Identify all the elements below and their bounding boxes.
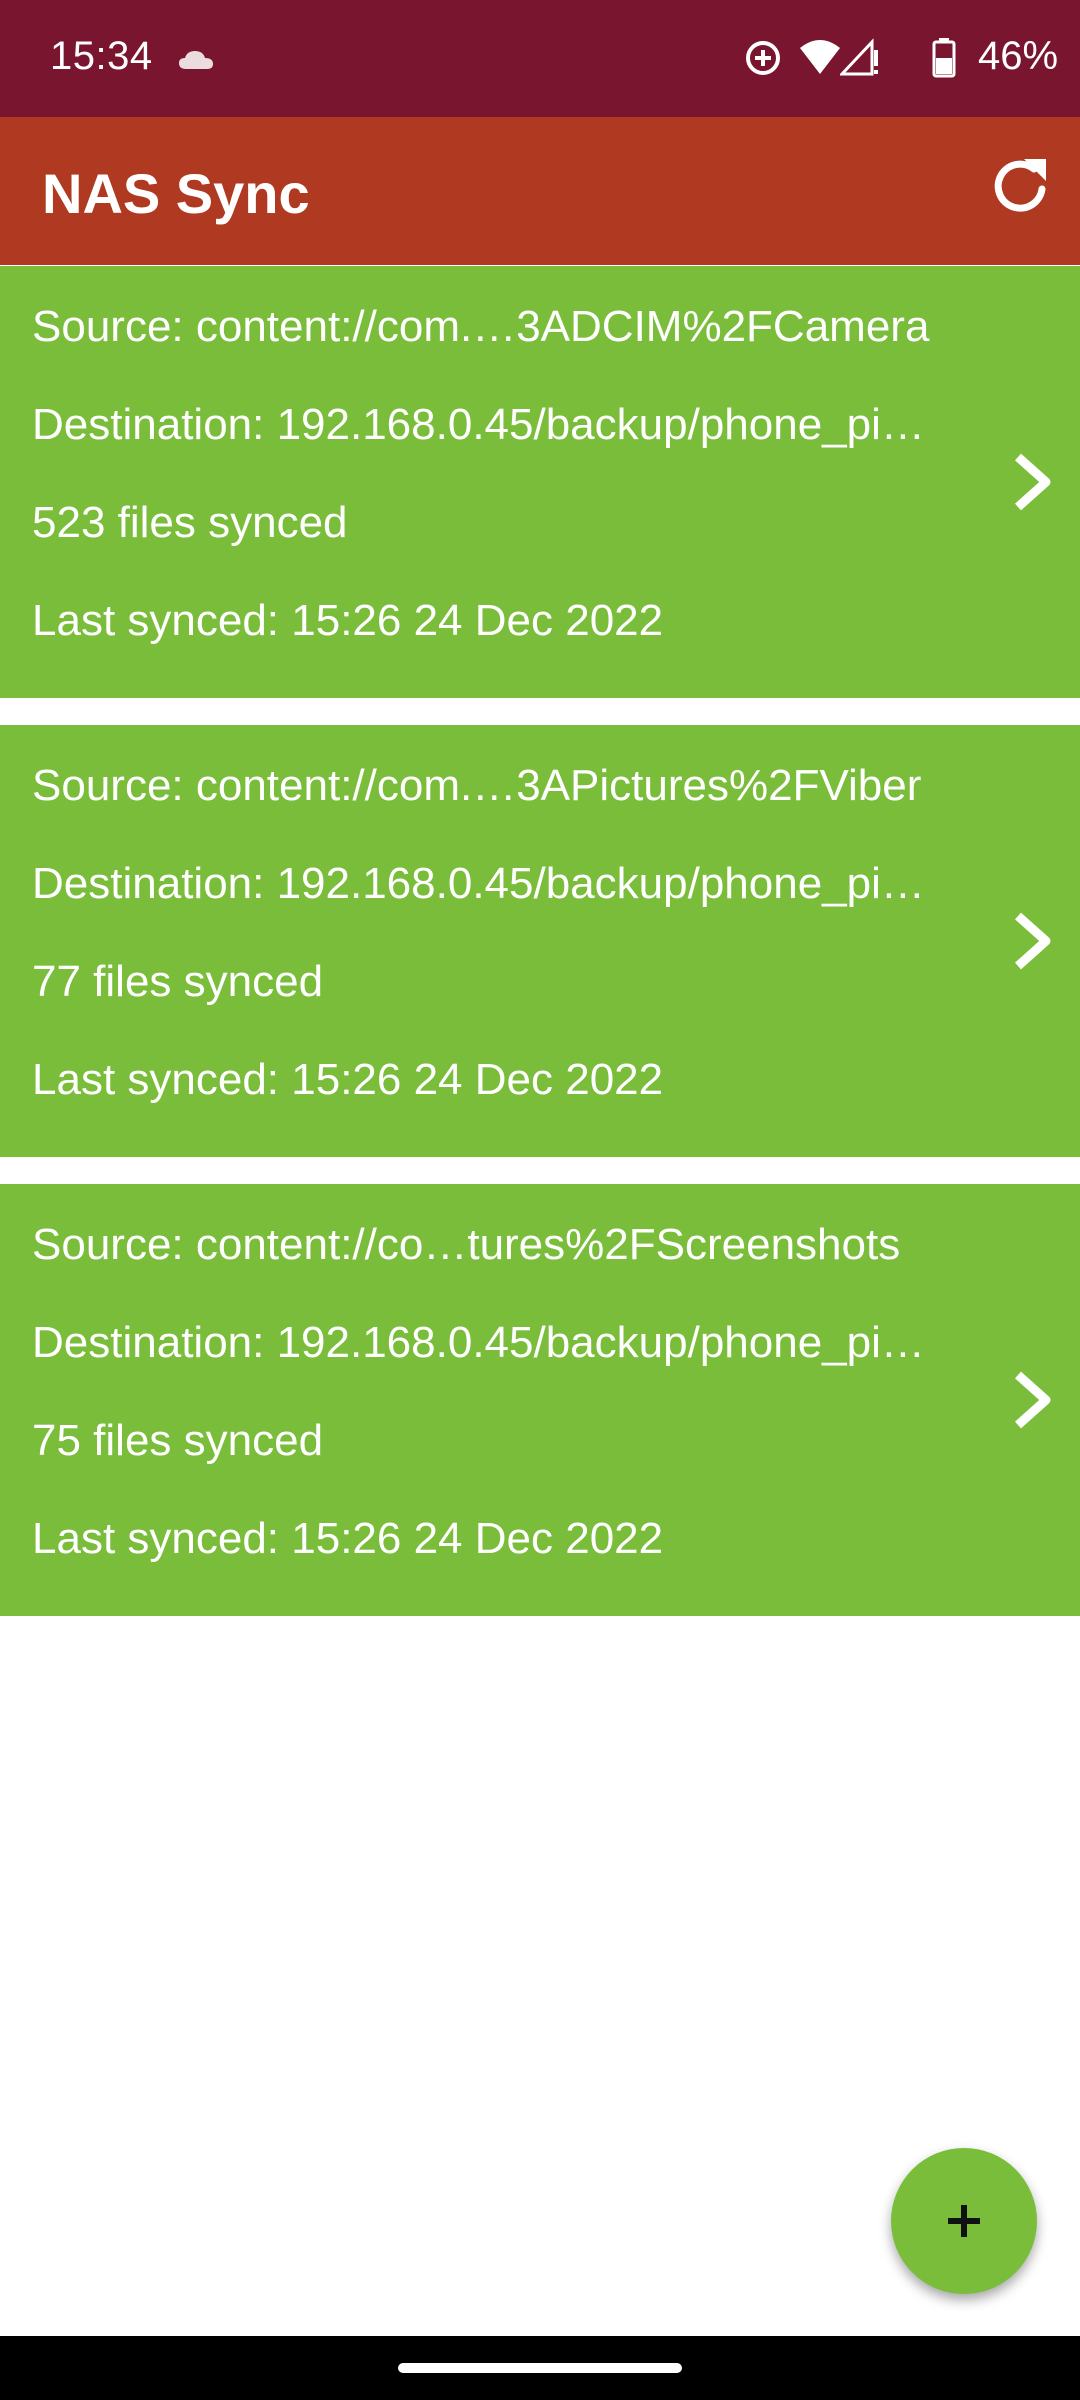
signal-icon (838, 38, 880, 83)
sync-last-synced: Last synced: 15:26 24 Dec 2022 (32, 1514, 664, 1563)
cloud-icon (178, 50, 214, 75)
sync-file-count: 77 files synced (32, 957, 324, 1006)
status-bar: 15:34 46% (0, 0, 1080, 117)
data-saver-icon (743, 38, 783, 83)
wifi-icon (798, 38, 842, 83)
app-bar: NAS Sync (0, 117, 1080, 265)
refresh-button[interactable] (990, 149, 1052, 219)
plus-icon (948, 2205, 980, 2237)
chevron-right-icon[interactable] (1008, 910, 1056, 972)
sync-destination: Destination: 192.168.0.45/backup/phone_p… (32, 400, 925, 449)
navigation-bar (0, 2336, 1080, 2400)
refresh-icon (994, 159, 1046, 212)
battery-percent: 46% (978, 34, 1059, 78)
sync-source: Source: content://co…tures%2FScreenshots (32, 1220, 901, 1269)
status-icons: 46% (680, 0, 1080, 117)
sync-source: Source: content://com.…3APictures%2FVibe… (32, 761, 922, 810)
sync-source: Source: content://com.…3ADCIM%2FCamera (32, 302, 930, 351)
sync-card[interactable]: Source: content://com.…3APictures%2FVibe… (0, 725, 1080, 1157)
battery-icon (932, 38, 956, 83)
sync-file-count: 523 files synced (32, 498, 348, 547)
sync-card[interactable]: Source: content://co…tures%2FScreenshots… (0, 1184, 1080, 1616)
add-sync-button[interactable] (891, 2148, 1037, 2294)
status-time: 15:34 (50, 34, 153, 78)
chevron-right-icon[interactable] (1008, 1369, 1056, 1431)
chevron-right-icon[interactable] (1008, 451, 1056, 513)
home-handle[interactable] (398, 2363, 682, 2373)
sync-last-synced: Last synced: 15:26 24 Dec 2022 (32, 596, 664, 645)
sync-file-count: 75 files synced (32, 1416, 324, 1465)
sync-card[interactable]: Source: content://com.…3ADCIM%2FCamera D… (0, 266, 1080, 698)
page-title: NAS Sync (42, 162, 310, 225)
sync-destination: Destination: 192.168.0.45/backup/phone_p… (32, 1318, 925, 1367)
sync-destination: Destination: 192.168.0.45/backup/phone_p… (32, 859, 925, 908)
sync-last-synced: Last synced: 15:26 24 Dec 2022 (32, 1055, 664, 1104)
